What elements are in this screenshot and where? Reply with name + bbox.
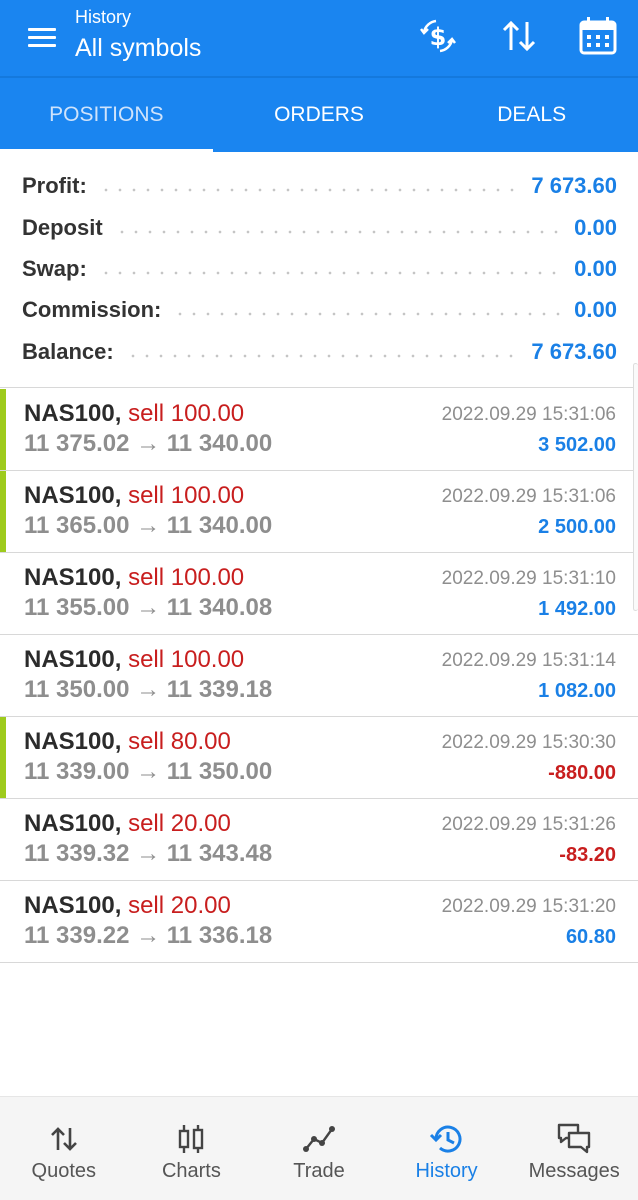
deal-profit: 3 502.00 xyxy=(538,434,616,456)
deal-profit: 60.80 xyxy=(565,926,616,948)
account-summary: Profit: 7 673.60 Deposit 0.00 Swap: 0.00… xyxy=(0,152,638,388)
nav-messages-label: Messages xyxy=(528,1160,620,1182)
deal-time: 2022.09.29 15:31:20 xyxy=(441,896,616,917)
deal-prices: 11 375.02 → 11 340.00 xyxy=(24,430,273,457)
menu-icon[interactable] xyxy=(26,24,58,50)
deal-time: 2022.09.29 15:30:30 xyxy=(441,732,616,753)
summary-row-profit: Profit: 7 673.60 xyxy=(22,166,617,206)
tab-positions[interactable]: POSITIONS xyxy=(0,78,213,152)
header-subtitle: History xyxy=(75,7,132,27)
list-item[interactable]: NAS100, sell 20.00 11 339.22 → 11 336.18… xyxy=(0,881,638,963)
deal-time: 2022.09.29 15:31:06 xyxy=(441,404,616,425)
deal-profit: -83.20 xyxy=(559,844,616,866)
list-item[interactable]: NAS100, sell 20.00 11 339.32 → 11 343.48… xyxy=(0,799,638,881)
nav-messages[interactable]: Messages xyxy=(510,1097,638,1200)
dotted-leader xyxy=(125,354,520,358)
deal-time: 2022.09.29 15:31:26 xyxy=(441,814,616,835)
dotted-leader xyxy=(98,188,520,192)
deal-prices: 11 350.00 → 11 339.18 xyxy=(24,676,273,703)
deal-prices: 11 365.00 → 11 340.00 xyxy=(24,512,273,539)
commission-label: Commission: xyxy=(22,297,162,322)
balance-label: Balance: xyxy=(22,339,114,364)
sort-icon[interactable] xyxy=(497,14,541,58)
deal-time: 2022.09.29 15:31:14 xyxy=(441,650,616,671)
balance-value: 7 673.60 xyxy=(531,339,617,364)
deal-prices: 11 339.32 → 11 343.48 xyxy=(24,840,273,867)
nav-charts[interactable]: Charts xyxy=(128,1097,256,1200)
deal-time: 2022.09.29 15:31:10 xyxy=(441,568,616,589)
tab-orders[interactable]: ORDERS xyxy=(213,78,426,152)
scrollbar[interactable] xyxy=(633,363,638,611)
deal-symbol: NAS100, xyxy=(24,646,122,673)
deal-symbol: NAS100, xyxy=(24,564,122,591)
deal-side-volume: sell 20.00 xyxy=(128,810,231,837)
summary-row-commission: Commission: 0.00 xyxy=(22,290,617,330)
dotted-leader xyxy=(114,230,563,234)
nav-history-label: History xyxy=(415,1160,478,1182)
svg-text:$: $ xyxy=(430,23,447,51)
deal-side-volume: sell 100.00 xyxy=(128,482,245,509)
dotted-leader xyxy=(98,271,563,275)
calendar-icon[interactable] xyxy=(576,14,620,58)
deal-symbol: NAS100, xyxy=(24,400,122,427)
bottom-navigation: Quotes Charts Trade History Messages xyxy=(0,1096,638,1200)
swap-label: Swap: xyxy=(22,256,87,281)
deal-profit: -880.00 xyxy=(548,762,616,784)
history-icon xyxy=(429,1121,465,1157)
trade-icon xyxy=(301,1121,337,1157)
list-item[interactable]: NAS100, sell 80.00 11 339.00 → 11 350.00… xyxy=(0,717,638,799)
summary-row-swap: Swap: 0.00 xyxy=(22,249,617,289)
deal-symbol: NAS100, xyxy=(24,482,122,509)
nav-trade-label: Trade xyxy=(293,1160,345,1182)
nav-charts-label: Charts xyxy=(161,1160,221,1182)
tab-deals[interactable]: DEALS xyxy=(425,78,638,152)
profit-label: Profit: xyxy=(22,173,87,198)
messages-icon xyxy=(556,1121,592,1157)
list-item[interactable]: NAS100, sell 100.00 11 350.00 → 11 339.1… xyxy=(0,635,638,717)
quotes-icon xyxy=(46,1121,82,1157)
deal-prices: 11 339.00 → 11 350.00 xyxy=(24,758,273,785)
deal-symbol: NAS100, xyxy=(24,892,122,919)
history-tabs: POSITIONS ORDERS DEALS xyxy=(0,78,638,152)
swap-value: 0.00 xyxy=(574,256,617,281)
nav-quotes-label: Quotes xyxy=(31,1160,97,1182)
deal-prices: 11 355.00 → 11 340.08 xyxy=(24,594,273,621)
dotted-leader xyxy=(173,312,563,316)
list-item[interactable]: NAS100, sell 100.00 11 355.00 → 11 340.0… xyxy=(0,553,638,635)
nav-history[interactable]: History xyxy=(383,1097,511,1200)
summary-row-balance: Balance: 7 673.60 xyxy=(22,332,617,372)
row-accent-bar xyxy=(0,471,6,552)
deal-side-volume: sell 100.00 xyxy=(128,646,245,673)
positions-list: NAS100, sell 100.00 11 375.02 → 11 340.0… xyxy=(0,389,638,963)
deposit-value: 0.00 xyxy=(574,215,617,240)
list-item[interactable]: NAS100, sell 100.00 11 375.02 → 11 340.0… xyxy=(0,389,638,471)
nav-trade[interactable]: Trade xyxy=(255,1097,383,1200)
deposit-label: Deposit xyxy=(22,215,103,240)
deal-symbol: NAS100, xyxy=(24,810,122,837)
deal-profit: 1 082.00 xyxy=(538,680,616,702)
commission-value: 0.00 xyxy=(574,297,617,322)
app-header: History All symbols $ POSITIONS ORDERS D… xyxy=(0,0,638,152)
list-item[interactable]: NAS100, sell 100.00 11 365.00 → 11 340.0… xyxy=(0,471,638,553)
profit-value: 7 673.60 xyxy=(531,173,617,198)
deal-side-volume: sell 20.00 xyxy=(128,892,231,919)
row-accent-bar xyxy=(0,389,6,470)
summary-row-deposit: Deposit 0.00 xyxy=(22,208,617,248)
deal-side-volume: sell 100.00 xyxy=(128,400,245,427)
charts-icon xyxy=(173,1121,209,1157)
deal-side-volume: sell 80.00 xyxy=(128,728,231,755)
deal-profit: 2 500.00 xyxy=(538,516,616,538)
nav-quotes[interactable]: Quotes xyxy=(0,1097,128,1200)
deal-side-volume: sell 100.00 xyxy=(128,564,245,591)
deal-profit: 1 492.00 xyxy=(538,598,616,620)
deal-time: 2022.09.29 15:31:06 xyxy=(441,486,616,507)
currency-exchange-icon[interactable]: $ xyxy=(416,14,460,58)
deal-symbol: NAS100, xyxy=(24,728,122,755)
deal-prices: 11 339.22 → 11 336.18 xyxy=(24,922,273,949)
row-accent-bar xyxy=(0,717,6,798)
symbol-filter-title[interactable]: All symbols xyxy=(75,34,201,63)
